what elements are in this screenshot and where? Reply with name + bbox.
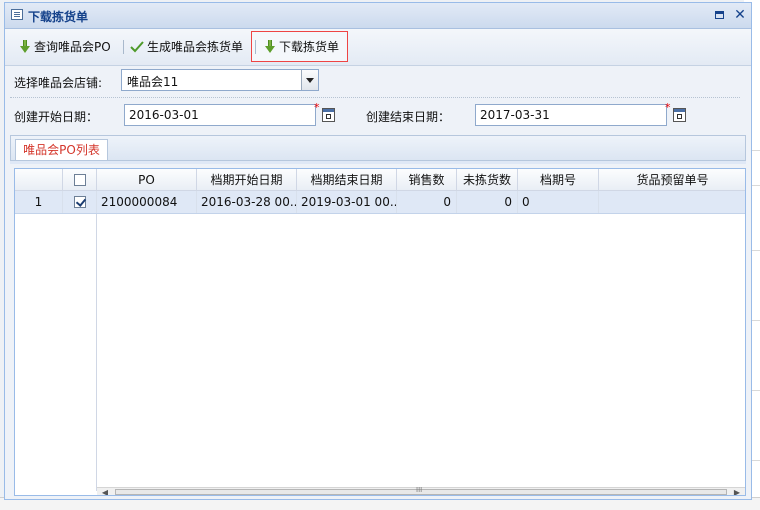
toolbar-separator <box>123 40 124 54</box>
select-all-checkbox[interactable] <box>74 174 86 186</box>
scroll-thumb[interactable]: III <box>115 486 727 495</box>
column-header-end-date[interactable]: 档期结束日期 <box>297 169 397 191</box>
store-select-value: 唯品会11 <box>127 75 179 89</box>
column-header-po[interactable]: PO <box>97 169 197 191</box>
cell-po[interactable]: 2100000084 <box>97 191 197 213</box>
download-pick-list-button[interactable]: 下载拣货单 <box>265 36 339 58</box>
toolbar <box>5 29 751 66</box>
cell-schedule-no[interactable]: 0 <box>518 191 599 213</box>
store-label: 选择唯品会店铺: <box>14 76 103 90</box>
select-all-header <box>63 169 97 191</box>
tab-underline <box>10 160 746 164</box>
column-header-reserve-no[interactable]: 货品预留单号 <box>599 169 745 191</box>
row-number-column <box>15 191 97 491</box>
scroll-grip: III <box>416 486 423 494</box>
row-number: 1 <box>15 191 63 213</box>
toolbar-separator <box>255 40 256 54</box>
horizontal-scrollbar[interactable]: ◀ III ▶ <box>97 486 745 495</box>
cell-end-date[interactable]: 2019-03-01 00... <box>297 191 397 213</box>
checkmark-icon <box>130 41 144 53</box>
start-date-field[interactable]: 2016-03-01 <box>124 104 316 126</box>
download-arrow-icon <box>20 40 30 54</box>
required-mark: * <box>665 101 671 114</box>
form-divider <box>10 97 740 98</box>
cell-sales[interactable]: 0 <box>397 191 457 213</box>
column-header-sales[interactable]: 销售数 <box>397 169 457 191</box>
po-list-grid: PO 档期开始日期 档期结束日期 销售数 未拣货数 档期号 货品预留单号 1 2… <box>14 168 746 496</box>
query-po-button[interactable]: 查询唯品会PO <box>20 36 111 58</box>
column-header-schedule-no[interactable]: 档期号 <box>518 169 599 191</box>
chevron-down-icon[interactable] <box>301 70 318 90</box>
download-arrow-icon <box>265 40 275 54</box>
tab-strip: 唯品会PO列表 <box>10 135 746 162</box>
column-header-start-date[interactable]: 档期开始日期 <box>197 169 297 191</box>
calendar-icon[interactable] <box>322 108 335 122</box>
end-date-value: 2017-03-31 <box>480 108 550 122</box>
row-number-header <box>15 169 63 191</box>
calendar-icon[interactable] <box>673 108 686 122</box>
row-checkbox[interactable] <box>74 196 86 208</box>
cell-start-date[interactable]: 2016-03-28 00... <box>197 191 297 213</box>
store-select[interactable]: 唯品会11 <box>121 69 319 91</box>
column-header-unpicked[interactable]: 未拣货数 <box>457 169 518 191</box>
query-po-label: 查询唯品会PO <box>34 40 111 54</box>
generate-pick-list-button[interactable]: 生成唯品会拣货单 <box>130 36 243 58</box>
cell-unpicked[interactable]: 0 <box>457 191 518 213</box>
window-titlebar[interactable]: 下载拣货单 ✕ <box>5 3 751 29</box>
start-date-label: 创建开始日期： <box>14 110 99 124</box>
tab-po-list[interactable]: 唯品会PO列表 <box>15 139 108 162</box>
scroll-right-icon[interactable]: ▶ <box>731 488 743 495</box>
start-date-value: 2016-03-01 <box>129 108 199 122</box>
download-pick-list-label: 下载拣货单 <box>279 40 340 54</box>
table-icon <box>11 9 23 20</box>
required-mark: * <box>314 101 320 114</box>
end-date-label: 创建结束日期： <box>366 110 451 124</box>
close-icon[interactable]: ✕ <box>733 5 747 25</box>
maximize-icon[interactable] <box>715 11 724 19</box>
cell-reserve-no[interactable] <box>599 191 745 213</box>
row-select-cell <box>63 191 97 213</box>
scroll-left-icon[interactable]: ◀ <box>99 488 111 495</box>
generate-pick-list-label: 生成唯品会拣货单 <box>147 40 244 54</box>
window-title: 下载拣货单 <box>28 10 89 24</box>
end-date-field[interactable]: 2017-03-31 <box>475 104 667 126</box>
